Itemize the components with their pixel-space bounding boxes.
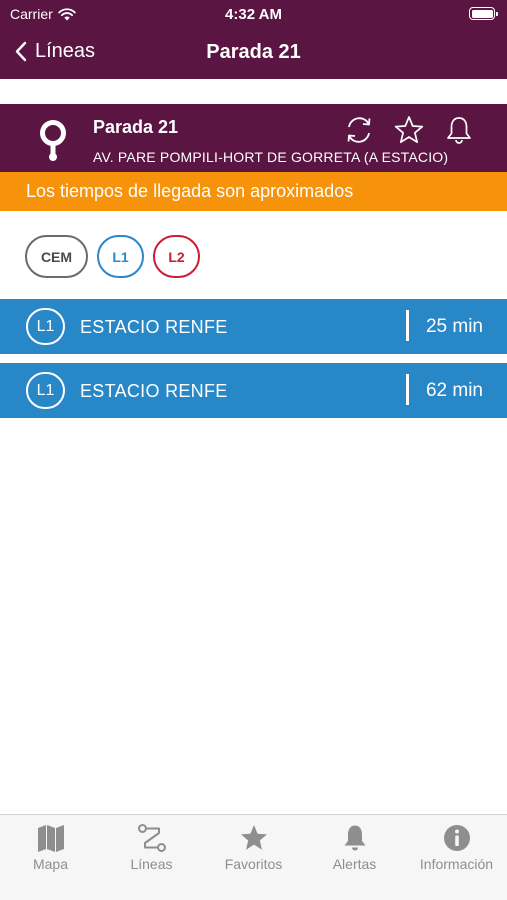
arrival-notice-banner: Los tiempos de llegada son aproximados <box>0 172 507 211</box>
favorite-star-icon[interactable] <box>393 114 425 146</box>
status-bar: Carrier 4:32 AM <box>0 0 507 28</box>
bell-icon <box>344 825 366 851</box>
tab-label: Información <box>419 856 494 872</box>
stop-address: AV. PARE POMPILI-HORT DE GORRETA (A ESTA… <box>93 149 449 165</box>
route-icon <box>138 824 166 852</box>
navigation-bar: Carrier 4:32 AM Líneas Parada 21 <box>0 0 507 79</box>
line-badge: L1 <box>26 308 65 345</box>
arrival-destination: ESTACIO RENFE <box>80 317 228 337</box>
stop-pin-icon <box>40 120 66 161</box>
page-title: Parada 21 <box>206 41 301 63</box>
line-chip-l2[interactable]: L2 <box>153 235 200 278</box>
tab-lineas[interactable]: Líneas <box>101 815 202 875</box>
info-icon <box>444 825 470 851</box>
status-time: 4:32 AM <box>225 6 282 23</box>
line-chip-cem[interactable]: CEM <box>25 235 88 278</box>
bell-icon[interactable] <box>443 114 475 146</box>
star-icon <box>241 825 267 850</box>
stop-header: Parada 21 AV. PARE POMPILI-HORT DE GORRE… <box>0 104 507 172</box>
divider <box>406 374 409 405</box>
line-chip-l1[interactable]: L1 <box>97 235 144 278</box>
divider <box>406 310 409 341</box>
line-badge: L1 <box>26 372 65 409</box>
line-filter-chips: CEM L1 L2 <box>25 235 200 278</box>
arrival-row[interactable]: L1 ESTACIO RENFE 25 min <box>0 299 507 354</box>
refresh-icon[interactable] <box>343 114 375 146</box>
map-icon <box>38 825 64 852</box>
stop-name: Parada 21 <box>93 117 179 137</box>
arrival-row[interactable]: L1 ESTACIO RENFE 62 min <box>0 363 507 418</box>
tab-mapa[interactable]: Mapa <box>0 815 101 875</box>
tab-alertas[interactable]: Alertas <box>304 815 405 875</box>
arrival-time: 25 min <box>425 316 483 337</box>
tab-favoritos[interactable]: Favoritos <box>203 815 304 875</box>
arrival-destination: ESTACIO RENFE <box>80 381 228 401</box>
tab-bar: Mapa Líneas Favoritos Alertas Informació… <box>0 814 507 900</box>
arrival-time: 62 min <box>425 380 483 401</box>
tab-informacion[interactable]: Información <box>406 815 507 875</box>
battery-icon <box>469 7 498 20</box>
